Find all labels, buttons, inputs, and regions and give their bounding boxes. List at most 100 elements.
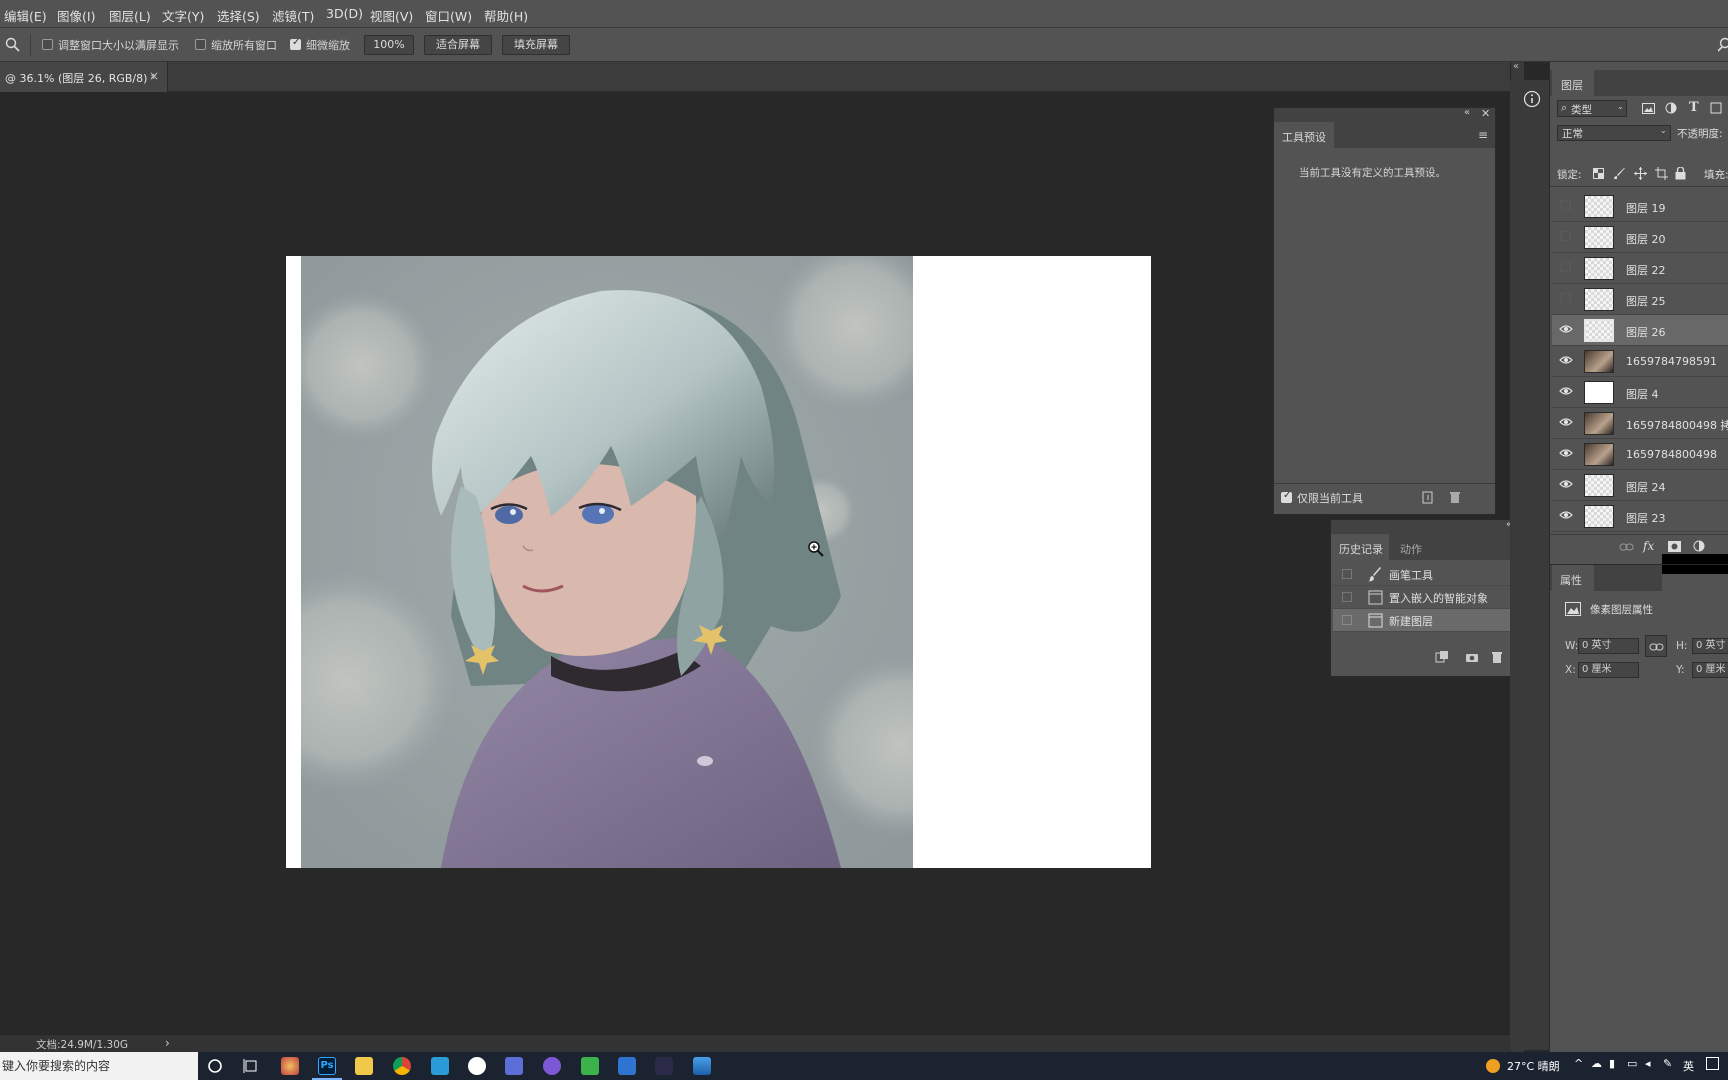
layer-thumbnail[interactable] [1584, 412, 1614, 435]
visibility-eye-icon[interactable] [1559, 355, 1573, 365]
delete-preset-icon[interactable] [1449, 491, 1461, 504]
layer-name[interactable]: 图层 22 [1626, 262, 1666, 278]
layer-name[interactable]: 图层 26 [1626, 324, 1666, 340]
layer-row[interactable]: 图层 25 [1552, 284, 1728, 315]
layer-row[interactable]: 图层 23 [1552, 501, 1728, 532]
close-panel-icon[interactable]: ✕ [1481, 107, 1490, 120]
layer-row[interactable]: 图层 19 [1552, 191, 1728, 222]
layer-name[interactable]: 1659784800498 拷贝 [1626, 417, 1728, 433]
menu-filter[interactable]: 滤镜(T) [272, 6, 314, 25]
menu-view[interactable]: 视图(V) [370, 6, 413, 25]
zoom-all-checkbox[interactable] [195, 39, 206, 50]
tab-layers[interactable]: 图层 [1552, 70, 1594, 96]
volume-icon[interactable]: ◂ [1645, 1057, 1651, 1070]
resize-windows-checkbox[interactable] [42, 39, 53, 50]
filter-adjustment-icon[interactable] [1665, 102, 1677, 114]
expand-dock-icon[interactable]: « [1513, 61, 1519, 72]
visibility-off-icon[interactable] [1559, 262, 1573, 272]
menu-type[interactable]: 文字(Y) [162, 6, 204, 25]
menu-layer[interactable]: 图层(L) [109, 6, 151, 25]
network-icon[interactable]: ▭ [1627, 1057, 1637, 1070]
weather-text[interactable]: 27°C 晴朗 [1507, 1058, 1560, 1074]
layer-name[interactable]: 图层 4 [1626, 386, 1659, 402]
tab-properties[interactable]: 属性 [1552, 565, 1594, 591]
layer-row-selected[interactable]: 图层 26 [1552, 315, 1728, 346]
fill-screen-button[interactable]: 填充屏幕 [502, 35, 570, 55]
app-icon-purple[interactable] [543, 1057, 561, 1075]
layer-effects-icon[interactable]: fx [1643, 539, 1654, 553]
visibility-off-icon[interactable] [1559, 200, 1573, 210]
y-field[interactable]: 0 厘米 [1692, 662, 1728, 678]
zoom-100-button[interactable]: 100% [364, 35, 414, 55]
history-item[interactable]: 画笔工具 [1333, 563, 1533, 586]
artwork-painting[interactable] [301, 256, 913, 868]
link-dimensions-icon[interactable] [1645, 635, 1667, 657]
lock-all-icon[interactable] [1675, 167, 1686, 180]
visibility-off-icon[interactable] [1559, 231, 1573, 241]
photoshop-app-icon[interactable]: Ps [318, 1057, 336, 1075]
new-preset-icon[interactable] [1422, 491, 1434, 504]
layer-name[interactable]: 图层 23 [1626, 510, 1666, 526]
layer-filter-select[interactable]: ⌕ 类型 ⌄ [1557, 100, 1627, 117]
history-snapshot-checkbox[interactable] [1342, 569, 1352, 579]
layer-thumbnail[interactable] [1584, 195, 1614, 218]
layer-thumbnail[interactable] [1584, 350, 1614, 373]
input-method-indicator[interactable]: 英 [1683, 1058, 1694, 1074]
layer-thumbnail[interactable] [1584, 505, 1614, 528]
document-size[interactable]: 文档:24.9M/1.30G [36, 1037, 128, 1052]
weather-icon[interactable] [1486, 1059, 1500, 1073]
layer-row[interactable]: 1659784800498 [1552, 439, 1728, 470]
filter-type-icon[interactable]: T [1689, 100, 1699, 115]
menu-edit[interactable]: 编辑(E) [4, 6, 47, 25]
app-icon-blue-2[interactable] [618, 1057, 636, 1075]
layer-row[interactable]: 图层 24 [1552, 470, 1728, 501]
layer-thumbnail[interactable] [1584, 288, 1614, 311]
layer-name[interactable]: 图层 24 [1626, 479, 1666, 495]
menu-help[interactable]: 帮助(H) [484, 6, 528, 25]
app-icon-blue[interactable] [431, 1057, 449, 1075]
x-field[interactable]: 0 厘米 [1578, 662, 1639, 678]
app-icon-dark[interactable] [655, 1057, 673, 1075]
visibility-off-icon[interactable] [1559, 293, 1573, 303]
filter-shape-icon[interactable] [1710, 102, 1722, 114]
visibility-eye-icon[interactable] [1559, 386, 1573, 396]
chrome-icon[interactable] [393, 1057, 411, 1075]
layer-name[interactable]: 图层 25 [1626, 293, 1666, 309]
app-icon-white[interactable] [468, 1057, 486, 1075]
snapshot-camera-icon[interactable] [1465, 651, 1479, 663]
visibility-eye-icon[interactable] [1559, 479, 1573, 489]
menu-window[interactable]: 窗口(W) [425, 6, 472, 25]
layer-row[interactable]: 图层 4 [1552, 377, 1728, 408]
menu-image[interactable]: 图像(I) [57, 6, 95, 25]
close-tab-icon[interactable]: × [149, 69, 159, 83]
history-item-selected[interactable]: 新建图层 [1333, 609, 1533, 632]
layer-name[interactable]: 图层 20 [1626, 231, 1666, 247]
layer-row[interactable]: 1659784800498 拷贝 [1552, 408, 1728, 439]
tray-chevron-up-icon[interactable]: ^ [1574, 1057, 1583, 1070]
layer-thumbnail[interactable] [1584, 257, 1614, 280]
layer-thumbnail[interactable] [1584, 443, 1614, 466]
document-tab[interactable]: @ 36.1% (图层 26, RGB/8) * × [0, 62, 168, 92]
collapse-panel-icon[interactable]: « [1464, 107, 1470, 118]
layer-name[interactable]: 1659784800498 [1626, 448, 1717, 461]
visibility-eye-icon[interactable] [1559, 324, 1573, 334]
info-icon[interactable] [1523, 90, 1541, 108]
blend-mode-select[interactable]: 正常 ⌄ [1557, 125, 1671, 141]
app-icon-green[interactable] [581, 1057, 599, 1075]
new-adjustment-layer-icon[interactable] [1693, 540, 1705, 552]
menu-3d[interactable]: 3D(D) [326, 6, 363, 21]
pen-icon[interactable]: ✎ [1663, 1057, 1672, 1070]
layer-thumbnail[interactable] [1584, 381, 1614, 404]
visibility-eye-icon[interactable] [1559, 448, 1573, 458]
delete-state-icon[interactable] [1491, 651, 1503, 664]
history-snapshot-checkbox[interactable] [1342, 615, 1352, 625]
lock-artboard-icon[interactable] [1655, 167, 1668, 180]
teams-icon[interactable] [505, 1057, 523, 1075]
fit-screen-button[interactable]: 适合屏幕 [424, 35, 492, 55]
task-view-icon[interactable] [243, 1058, 259, 1074]
tab-tool-presets[interactable]: 工具预设 [1274, 122, 1334, 148]
height-field[interactable]: 0 英寸 [1692, 638, 1728, 654]
usb-icon[interactable]: ▮ [1609, 1057, 1615, 1070]
filter-pixel-icon[interactable] [1642, 103, 1655, 114]
history-item[interactable]: 置入嵌入的智能对象 [1333, 586, 1533, 609]
